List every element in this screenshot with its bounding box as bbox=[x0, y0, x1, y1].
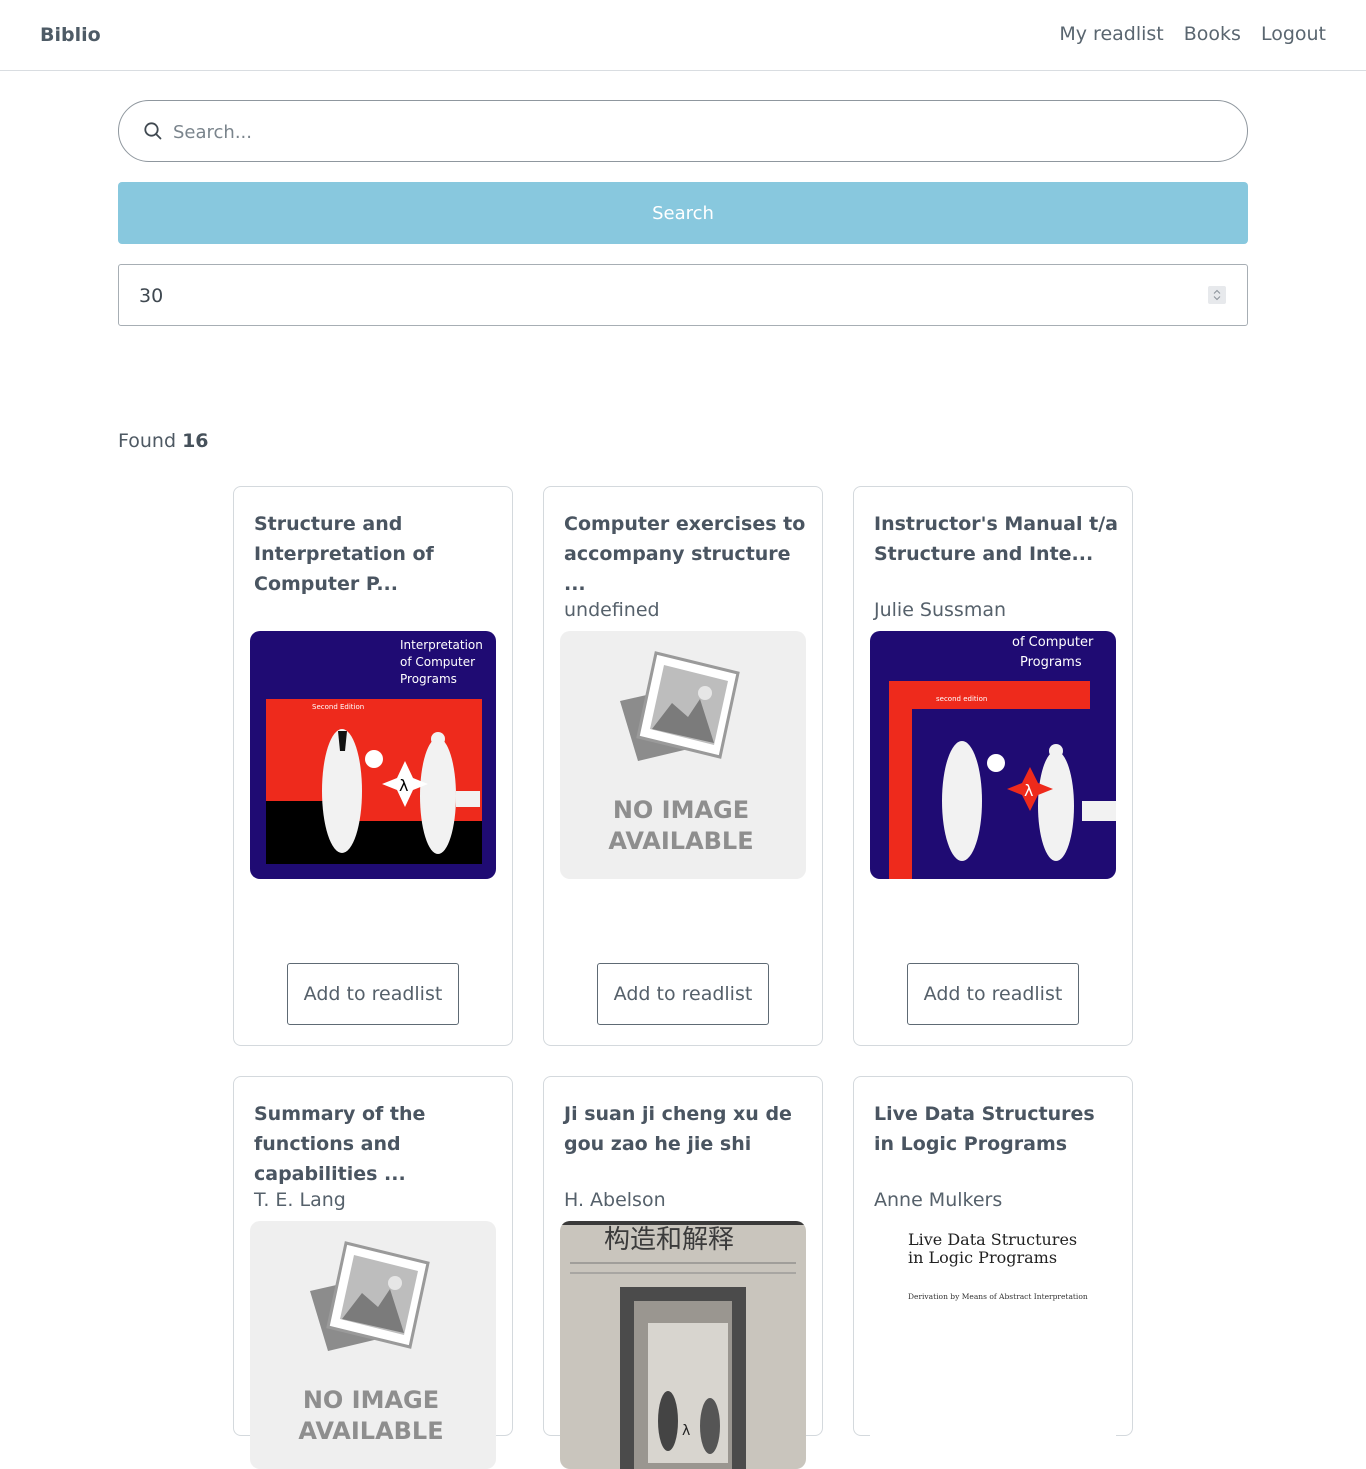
book-author: Anne Mulkers bbox=[874, 1189, 1003, 1211]
cover-edition: Second Edition bbox=[312, 703, 364, 711]
nav-link-my-readlist[interactable]: My readlist bbox=[1059, 23, 1163, 45]
book-author: T. E. Lang bbox=[254, 1189, 346, 1211]
book-author: Julie Sussman bbox=[874, 599, 1007, 621]
book-title[interactable]: Live Data Structures in Logic Programs bbox=[874, 1099, 1118, 1159]
search-icon bbox=[143, 121, 163, 141]
cover-subtitle: Derivation by Means of Abstract Interpre… bbox=[908, 1292, 1088, 1301]
book-title[interactable]: Computer exercises to accompany structur… bbox=[564, 509, 808, 599]
book-title[interactable]: Summary of the functions and capabilitie… bbox=[254, 1099, 498, 1189]
svg-text:λ: λ bbox=[682, 1423, 690, 1439]
book-card: Ji suan ji cheng xu de gou zao he jie sh… bbox=[543, 1076, 823, 1469]
no-image-placeholder: NO IMAGE AVAILABLE bbox=[250, 1221, 496, 1469]
search-box bbox=[118, 100, 1248, 162]
book-title[interactable]: Structure and Interpretation of Computer… bbox=[254, 509, 498, 599]
results-limit-input[interactable]: 30 bbox=[118, 264, 1248, 326]
no-image-text: NO IMAGE bbox=[613, 796, 749, 824]
book-card: Structure and Interpretation of Computer… bbox=[233, 486, 513, 1046]
book-card: Live Data Structures in Logic Programs A… bbox=[853, 1076, 1133, 1469]
spinner-arrows-icon[interactable] bbox=[1208, 286, 1226, 304]
book-author: H. Abelson bbox=[564, 1189, 666, 1211]
results-count: Found 16 bbox=[118, 430, 209, 452]
book-title[interactable]: Ji suan ji cheng xu de gou zao he jie sh… bbox=[564, 1099, 808, 1159]
cover-text: of Computer bbox=[400, 655, 475, 669]
book-card: Instructor's Manual t/a Structure and In… bbox=[853, 486, 1133, 1046]
search-button[interactable]: Search bbox=[118, 182, 1248, 244]
book-card: Summary of the functions and capabilitie… bbox=[233, 1076, 513, 1469]
no-image-text: AVAILABLE bbox=[608, 827, 753, 855]
book-author: undefined bbox=[564, 599, 660, 621]
limit-value: 30 bbox=[139, 285, 164, 307]
add-to-readlist-button[interactable]: Add to readlist bbox=[287, 963, 459, 1025]
cover-title-line: Live Data Structures bbox=[908, 1230, 1077, 1249]
search-input[interactable] bbox=[173, 115, 1223, 149]
book-card: Computer exercises to accompany structur… bbox=[543, 486, 823, 1046]
cover-title-line: in Logic Programs bbox=[908, 1248, 1057, 1267]
cover-chinese-title: 构造和解释 bbox=[604, 1225, 734, 1255]
found-count: 16 bbox=[182, 430, 209, 452]
cover-text: of Computer bbox=[1012, 635, 1094, 650]
found-label: Found bbox=[118, 430, 177, 452]
brand-logo[interactable]: Biblio bbox=[40, 24, 101, 46]
book-title[interactable]: Instructor's Manual t/a Structure and In… bbox=[874, 509, 1118, 569]
svg-text:λ: λ bbox=[399, 776, 408, 795]
book-cover-image: of Computer Programs second edition λ bbox=[870, 631, 1116, 879]
no-image-text: NO IMAGE bbox=[303, 1386, 439, 1414]
cover-text: Programs bbox=[1020, 655, 1082, 670]
cover-text: Interpretation bbox=[400, 638, 483, 652]
book-cover-image: Live Data Structures in Logic Programs D… bbox=[870, 1221, 1116, 1469]
add-to-readlist-button[interactable]: Add to readlist bbox=[597, 963, 769, 1025]
no-image-placeholder: NO IMAGE AVAILABLE bbox=[560, 631, 806, 879]
cover-edition: second edition bbox=[936, 695, 987, 703]
cover-text: Programs bbox=[400, 672, 457, 686]
add-to-readlist-button[interactable]: Add to readlist bbox=[907, 963, 1079, 1025]
book-cover-image: Interpretation of Computer Programs Seco… bbox=[250, 631, 496, 879]
nav-link-logout[interactable]: Logout bbox=[1261, 23, 1326, 45]
book-cover-image: 构造和解释 λ bbox=[560, 1221, 806, 1469]
nav-links: My readlist Books Logout bbox=[1059, 23, 1326, 45]
nav-link-books[interactable]: Books bbox=[1184, 23, 1241, 45]
svg-text:λ: λ bbox=[1024, 781, 1033, 800]
navbar: Biblio My readlist Books Logout bbox=[0, 0, 1366, 71]
no-image-text: AVAILABLE bbox=[298, 1417, 443, 1445]
